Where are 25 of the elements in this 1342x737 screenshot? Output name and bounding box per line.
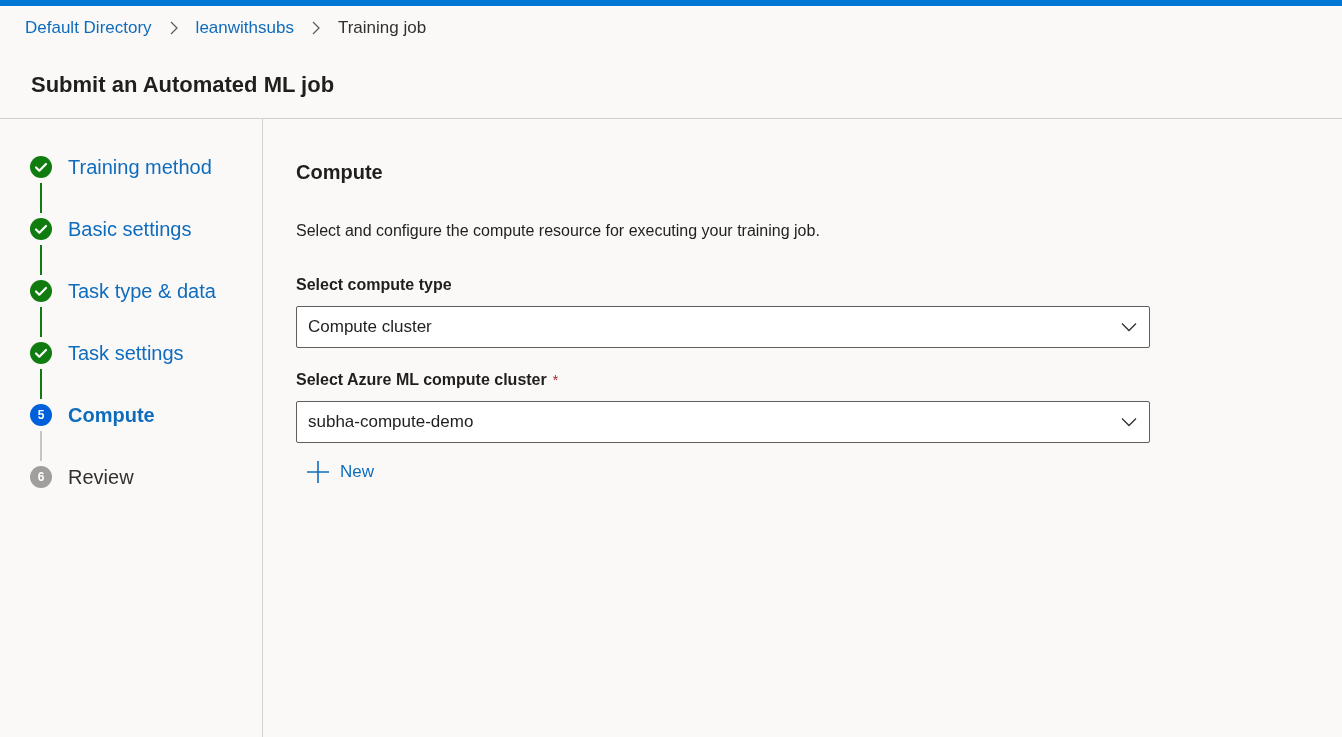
plus-icon — [306, 459, 330, 484]
step-link[interactable]: Task type & data — [68, 280, 216, 302]
section-description: Select and configure the compute resource for executing your training job. — [296, 221, 821, 241]
field-label: Select Azure ML compute cluster — [296, 370, 547, 390]
step-link[interactable]: Review — [68, 466, 134, 488]
breadcrumb-current: Training job — [337, 17, 427, 40]
chevron-right-icon — [168, 21, 179, 35]
step-link[interactable]: Task settings — [68, 342, 184, 364]
dropdown[interactable]: subha-compute-demo — [296, 401, 1150, 443]
chevron-right-icon — [310, 21, 321, 35]
chevron-down-icon — [1121, 417, 1137, 427]
step-link[interactable]: Compute — [68, 404, 155, 426]
step-number: 6 — [30, 466, 52, 488]
step-link[interactable]: Basic settings — [68, 218, 192, 240]
step-number: 5 — [30, 404, 52, 426]
field-label: Select compute type — [296, 275, 452, 295]
breadcrumb-link[interactable]: leanwithsubs — [195, 15, 294, 41]
chevron-down-icon — [1121, 322, 1137, 332]
step-link[interactable]: Training method — [68, 156, 212, 178]
required-mark: * — [552, 371, 559, 390]
dropdown[interactable]: Compute cluster — [296, 306, 1150, 348]
page-title: Submit an Automated ML job — [31, 70, 335, 99]
new-button[interactable]: New — [306, 459, 374, 485]
section-title: Compute — [296, 160, 384, 183]
breadcrumb-link[interactable]: Default Directory — [25, 15, 152, 41]
